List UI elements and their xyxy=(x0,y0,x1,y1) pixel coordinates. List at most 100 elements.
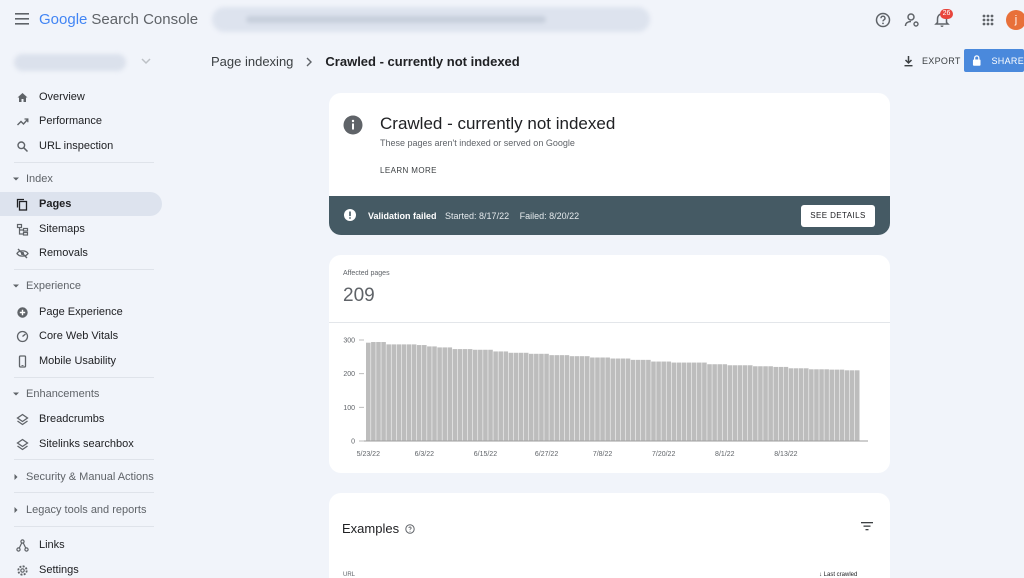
chart-bar[interactable] xyxy=(681,362,687,441)
chart-bar[interactable] xyxy=(523,352,529,441)
chart-bar[interactable] xyxy=(554,355,560,441)
chart-bar[interactable] xyxy=(406,344,412,441)
chart-bar[interactable] xyxy=(376,342,381,441)
sidebar-section-enhancements[interactable]: Enhancements xyxy=(0,384,162,404)
sidebar-item-settings[interactable]: Settings xyxy=(0,558,162,578)
chart-bar[interactable] xyxy=(391,344,397,441)
chart-bar[interactable] xyxy=(503,351,509,441)
column-header-last-crawled[interactable]: ↓ Last crawled xyxy=(819,572,857,578)
chart-bar[interactable] xyxy=(579,356,585,441)
chart-bar[interactable] xyxy=(416,345,422,441)
chart-bar[interactable] xyxy=(427,346,432,441)
sidebar-item-pages[interactable]: Pages xyxy=(0,192,162,216)
chart-bar[interactable] xyxy=(518,352,524,441)
menu-icon[interactable] xyxy=(14,12,30,26)
sidebar-item-overview[interactable]: Overview xyxy=(0,85,162,109)
chart-bar[interactable] xyxy=(411,344,417,441)
chart-bar[interactable] xyxy=(839,369,845,441)
learn-more-link[interactable]: LEARN MORE xyxy=(380,166,437,175)
chart-bar[interactable] xyxy=(605,357,610,441)
chart-bar[interactable] xyxy=(493,351,498,441)
sidebar-item-mobile-usability[interactable]: Mobile Usability xyxy=(0,349,162,373)
chart-bar[interactable] xyxy=(834,369,840,441)
chart-bar[interactable] xyxy=(778,366,784,441)
chart-bar[interactable] xyxy=(590,357,595,441)
see-details-button[interactable]: SEE DETAILS xyxy=(801,205,875,227)
chart-bar[interactable] xyxy=(498,351,503,441)
chart-bar[interactable] xyxy=(508,352,514,441)
sidebar-item-url-inspection[interactable]: URL inspection xyxy=(0,134,162,158)
sidebar-item-page-experience[interactable]: Page Experience xyxy=(0,300,162,324)
chart-bar[interactable] xyxy=(371,342,376,441)
chart-bar[interactable] xyxy=(595,357,600,441)
chart-bar[interactable] xyxy=(686,362,692,441)
chart-bar[interactable] xyxy=(727,365,733,441)
sidebar-item-sitemaps[interactable]: Sitemaps xyxy=(0,217,162,241)
chart-bar[interactable] xyxy=(763,366,768,441)
chart-bar[interactable] xyxy=(513,352,519,441)
chart-bar[interactable] xyxy=(854,370,860,441)
chart-bar[interactable] xyxy=(386,344,391,441)
chart-bar[interactable] xyxy=(651,361,656,441)
sidebar-section-index[interactable]: Index xyxy=(0,169,162,189)
chart-bar[interactable] xyxy=(798,368,804,441)
chart-bar[interactable] xyxy=(381,342,386,441)
sidebar-item-removals[interactable]: Removals xyxy=(0,241,162,265)
chart-bar[interactable] xyxy=(691,362,697,441)
chart-bar[interactable] xyxy=(467,349,473,441)
chart-bar[interactable] xyxy=(528,353,534,441)
chart-bar[interactable] xyxy=(366,342,371,441)
chart-bar[interactable] xyxy=(422,345,427,441)
help-icon[interactable] xyxy=(405,523,415,534)
property-selector[interactable] xyxy=(14,54,126,71)
sidebar-item-links[interactable]: Links xyxy=(0,533,162,557)
chart-bar[interactable] xyxy=(442,347,447,441)
chart-bar[interactable] xyxy=(671,362,677,441)
export-button[interactable]: EXPORT xyxy=(903,53,961,69)
chart-bar[interactable] xyxy=(641,359,646,441)
sidebar-item-breadcrumbs[interactable]: Breadcrumbs xyxy=(0,407,162,431)
chart-bar[interactable] xyxy=(702,362,707,441)
chart-bar[interactable] xyxy=(656,361,661,441)
chart-bar[interactable] xyxy=(819,369,824,441)
apps-grid-icon[interactable] xyxy=(979,11,997,29)
chart-bar[interactable] xyxy=(783,366,789,441)
search-console-logo[interactable]: Google Search Console xyxy=(39,11,198,28)
chart-bar[interactable] xyxy=(737,365,743,441)
share-button[interactable]: SHARE xyxy=(964,49,1024,72)
chart-bar[interactable] xyxy=(844,370,850,441)
chart-bar[interactable] xyxy=(732,365,738,441)
chart-bar[interactable] xyxy=(814,369,819,441)
sidebar-section-legacy-tools[interactable]: Legacy tools and reports xyxy=(0,500,162,520)
chart-bar[interactable] xyxy=(488,349,493,441)
chart-bar[interactable] xyxy=(452,349,458,441)
chart-bar[interactable] xyxy=(829,369,835,441)
chevron-down-icon[interactable] xyxy=(141,57,151,65)
chart-bar[interactable] xyxy=(849,370,855,441)
chart-bar[interactable] xyxy=(559,355,565,441)
chart-bar[interactable] xyxy=(600,357,605,441)
chart-bar[interactable] xyxy=(620,358,626,441)
chart-bar[interactable] xyxy=(747,365,753,441)
chart-bar[interactable] xyxy=(630,359,636,441)
chart-bar[interactable] xyxy=(768,366,773,441)
chart-bar[interactable] xyxy=(584,356,590,441)
chart-bar[interactable] xyxy=(447,347,453,441)
chart-bar[interactable] xyxy=(432,346,437,441)
chart-bar[interactable] xyxy=(793,368,799,441)
chart-bar[interactable] xyxy=(615,358,621,441)
url-inspect-search-input[interactable] xyxy=(212,7,650,32)
chart-bar[interactable] xyxy=(788,368,794,441)
chart-bar[interactable] xyxy=(396,344,402,441)
chart-bar[interactable] xyxy=(544,353,549,441)
chart-bar[interactable] xyxy=(564,355,570,441)
chart-bar[interactable] xyxy=(773,366,778,441)
chart-bar[interactable] xyxy=(478,349,483,441)
chart-bar[interactable] xyxy=(666,361,672,441)
chart-bar[interactable] xyxy=(569,356,575,441)
chart-bar[interactable] xyxy=(646,359,651,441)
chart-bar[interactable] xyxy=(722,364,728,441)
chart-bar[interactable] xyxy=(462,349,468,441)
sidebar-section-experience[interactable]: Experience xyxy=(0,276,162,296)
chart-bar[interactable] xyxy=(534,353,539,441)
